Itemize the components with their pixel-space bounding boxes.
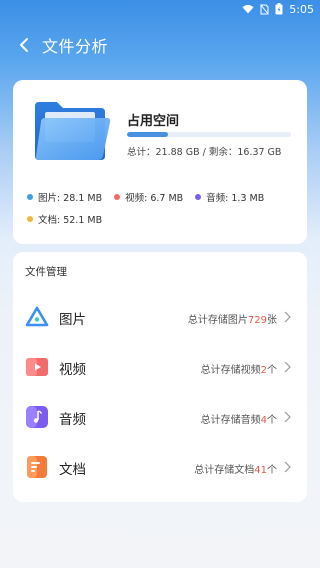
legend-label: 音频: 1.3 MB <box>206 193 265 204</box>
file-label: 图片 <box>59 312 86 328</box>
storage-progress-fill <box>127 132 168 137</box>
page-title: 文件分析 <box>42 37 109 56</box>
app-bar: 文件分析 <box>0 26 320 64</box>
legend-label: 文档: 52.1 MB <box>38 215 103 226</box>
file-label: 视频 <box>59 362 86 378</box>
chevron-right-icon <box>284 361 291 373</box>
file-count: 总计存储视频2个 <box>200 365 277 376</box>
legend-dot <box>195 194 202 200</box>
storage-progress-bar <box>127 132 291 137</box>
file-count: 总计存储音频4个 <box>200 415 277 426</box>
storage-legend: 图片: 28.1 MB 视频: 6.7 MB 音频: 1.3 MB 文档: 52… <box>27 188 297 232</box>
storage-summary: 总计：21.88 GB / 剩余：16.37 GB <box>127 147 282 158</box>
legend-row: 文档: 52.1 MB <box>27 210 297 228</box>
file-row-images[interactable]: 图片 总计存储图片729张 <box>13 297 307 337</box>
music-note-icon <box>26 406 48 428</box>
legend-item-audio: 音频: 1.3 MB <box>195 190 264 204</box>
back-button[interactable] <box>14 31 34 59</box>
legend-item-video: 视频: 6.7 MB <box>114 190 183 204</box>
legend-item-image: 图片: 28.1 MB <box>27 190 102 204</box>
legend-row: 图片: 28.1 MB 视频: 6.7 MB 音频: 1.3 MB <box>27 188 297 206</box>
status-bar: 5:05 <box>0 0 320 18</box>
image-triangle-icon <box>25 306 49 327</box>
legend-item-document: 文档: 52.1 MB <box>27 212 102 226</box>
section-title: 文件管理 <box>25 266 67 278</box>
wifi-icon <box>242 4 254 14</box>
chevron-right-icon <box>284 311 291 323</box>
clock: 5:05 <box>289 2 314 16</box>
file-count: 总计存储文档41个 <box>194 465 277 476</box>
file-row-videos[interactable]: 视频 总计存储视频2个 <box>13 347 307 387</box>
file-row-audio[interactable]: 音频 总计存储音频4个 <box>13 397 307 437</box>
legend-dot <box>114 194 121 200</box>
file-management-card: 文件管理 图片 总计存储图片729张 视频 总计存储视频2个 音频 总计存储音频… <box>13 252 307 502</box>
battery-icon <box>275 3 283 15</box>
legend-dot <box>27 194 33 200</box>
file-row-documents[interactable]: 文档 总计存储文档41个 <box>13 447 307 487</box>
file-label: 音频 <box>59 412 86 428</box>
document-icon <box>27 456 47 478</box>
legend-label: 图片: 28.1 MB <box>38 193 103 204</box>
no-sim-icon <box>260 3 270 15</box>
chevron-right-icon <box>284 461 291 473</box>
video-play-icon <box>26 358 48 376</box>
file-label: 文档 <box>59 462 86 478</box>
legend-label: 视频: 6.7 MB <box>125 193 184 204</box>
chevron-right-icon <box>284 411 291 423</box>
folder-icon <box>35 102 111 160</box>
file-count: 总计存储图片729张 <box>187 315 277 326</box>
back-arrow-icon <box>20 38 28 52</box>
storage-card: 占用空间 总计：21.88 GB / 剩余：16.37 GB 图片: 28.1 … <box>13 80 307 244</box>
legend-dot <box>27 216 33 222</box>
storage-title: 占用空间 <box>127 114 180 129</box>
